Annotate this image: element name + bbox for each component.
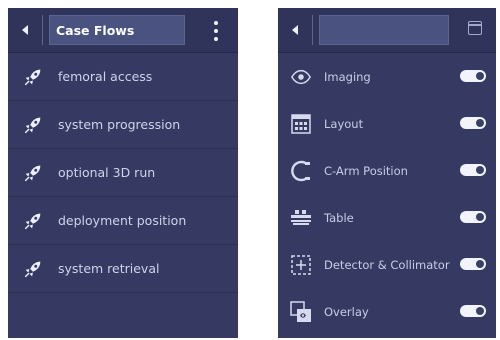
eye-icon bbox=[278, 69, 324, 85]
more-menu-icon[interactable] bbox=[208, 8, 224, 53]
header-divider bbox=[312, 15, 313, 45]
case-flows-header: Case Flows bbox=[8, 8, 238, 53]
flow-item-label: system retrieval bbox=[58, 261, 160, 276]
calendar-icon[interactable] bbox=[468, 21, 482, 35]
option-label: Imaging bbox=[324, 69, 371, 84]
back-button[interactable] bbox=[278, 8, 312, 52]
imaging-toggle[interactable] bbox=[460, 70, 486, 82]
flow-item-femoral-access[interactable]: femoral access bbox=[8, 53, 238, 101]
table-toggle[interactable] bbox=[460, 211, 486, 223]
settings-title bbox=[319, 15, 449, 45]
rocket-icon bbox=[8, 114, 58, 136]
option-overlay: Overlay bbox=[278, 288, 496, 335]
overlay-icon bbox=[278, 300, 324, 323]
option-label: Layout bbox=[324, 116, 364, 131]
grid-icon bbox=[278, 113, 324, 134]
option-c-arm-position: C-Arm Position bbox=[278, 147, 496, 194]
header-divider bbox=[42, 15, 43, 45]
c-arm-icon bbox=[278, 160, 324, 182]
case-flows-title: Case Flows bbox=[49, 15, 185, 45]
rocket-icon bbox=[8, 162, 58, 184]
option-detector-collimator: Detector & Collimator bbox=[278, 241, 496, 288]
overlay-toggle[interactable] bbox=[460, 305, 486, 317]
rocket-icon bbox=[8, 210, 58, 232]
flow-item-deployment-position[interactable]: deployment position bbox=[8, 197, 238, 245]
option-table: Table bbox=[278, 194, 496, 241]
option-label: Detector & Collimator bbox=[324, 257, 450, 272]
layout-toggle[interactable] bbox=[460, 117, 486, 129]
flow-item-label: femoral access bbox=[58, 69, 153, 84]
back-arrow-icon bbox=[292, 25, 298, 35]
option-layout: Layout bbox=[278, 100, 496, 147]
detector-icon bbox=[278, 254, 324, 275]
flow-item-label: optional 3D run bbox=[58, 165, 156, 180]
option-label: Table bbox=[324, 210, 354, 225]
option-label: C-Arm Position bbox=[324, 163, 408, 178]
detector-collimator-toggle[interactable] bbox=[460, 258, 486, 270]
option-imaging: Imaging bbox=[278, 53, 496, 100]
flow-item-system-progression[interactable]: system progression bbox=[8, 101, 238, 149]
option-label: Overlay bbox=[324, 304, 369, 319]
back-arrow-icon bbox=[22, 25, 28, 35]
back-button[interactable] bbox=[8, 8, 42, 52]
case-flows-panel: Case Flows femoral access system progres… bbox=[8, 8, 238, 338]
c-arm-position-toggle[interactable] bbox=[460, 164, 486, 176]
flow-item-label: system progression bbox=[58, 117, 181, 132]
table-icon bbox=[278, 209, 324, 227]
flow-item-optional-3d-run[interactable]: optional 3D run bbox=[8, 149, 238, 197]
settings-header bbox=[278, 8, 496, 53]
rocket-icon bbox=[8, 66, 58, 88]
settings-panel: Imaging Layout C-Arm Position Table Dete… bbox=[278, 8, 496, 338]
rocket-icon bbox=[8, 258, 58, 280]
flow-item-system-retrieval[interactable]: system retrieval bbox=[8, 245, 238, 293]
flow-item-label: deployment position bbox=[58, 213, 187, 228]
